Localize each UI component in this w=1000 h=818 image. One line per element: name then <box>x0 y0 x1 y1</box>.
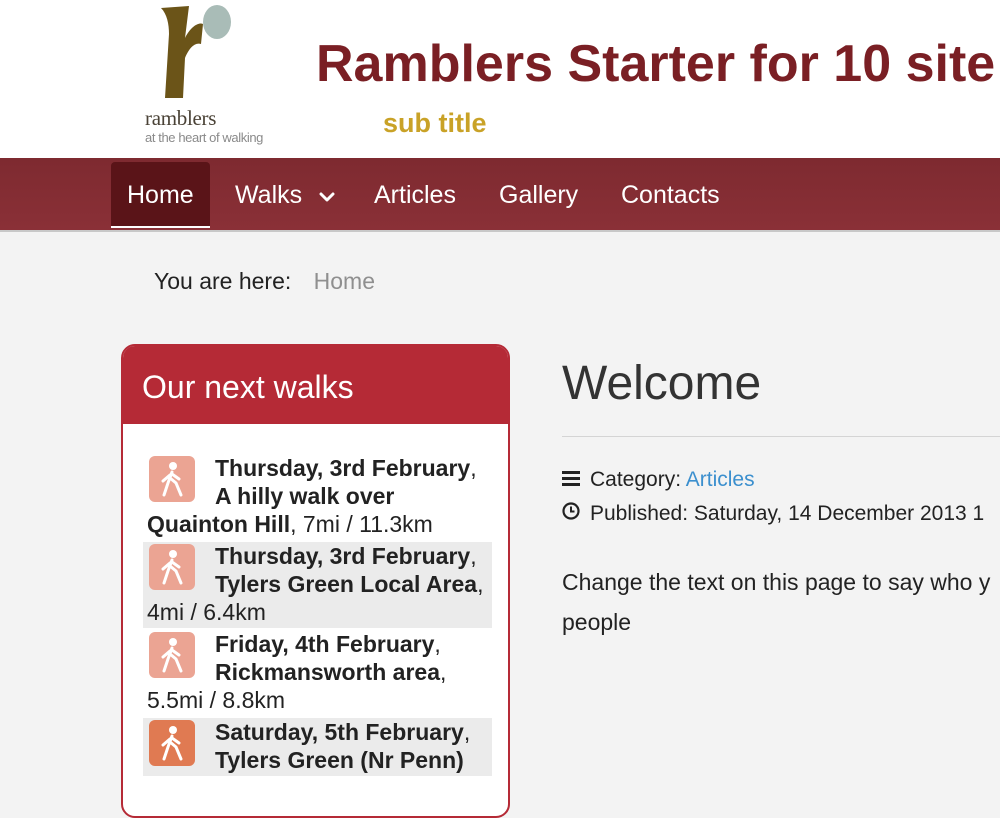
walker-icon <box>149 544 195 590</box>
breadcrumb-current: Home <box>313 268 376 294</box>
chevron-down-icon[interactable] <box>319 163 335 229</box>
article-title: Welcome <box>562 357 762 410</box>
article-category: Category: Articles <box>562 468 755 492</box>
article-body-line: people <box>562 609 632 635</box>
nav-item-walks[interactable]: Walks <box>219 162 351 228</box>
published-label: Published: <box>590 502 689 525</box>
next-walks-panel: Our next walks Thursday, 3rd February, A… <box>121 344 510 818</box>
walker-icon <box>149 456 195 502</box>
ramblers-logo[interactable]: ramblers at the heart of walking <box>145 4 285 154</box>
nav-item-label: Home <box>127 181 194 209</box>
walk-item[interactable]: Thursday, 3rd February, A hilly walk ove… <box>143 454 492 540</box>
list-icon <box>562 468 582 492</box>
nav-item-home[interactable]: Home <box>111 162 210 228</box>
nav-item-label: Gallery <box>499 181 579 209</box>
walk-date: Saturday, 5th February <box>215 719 464 745</box>
breadcrumb: You are here: Home <box>154 268 375 295</box>
site-subtitle: sub title <box>383 108 487 138</box>
nav-item-articles[interactable]: Articles <box>358 162 472 228</box>
walk-item[interactable]: Saturday, 5th February, Tylers Green (Nr… <box>143 718 492 776</box>
nav-item-label: Contacts <box>621 181 720 209</box>
clock-icon <box>562 502 582 526</box>
walk-list: Thursday, 3rd February, A hilly walk ove… <box>123 424 508 776</box>
walk-title: Tylers Green Local Area <box>215 571 478 597</box>
walk-title: Tylers Green (Nr Penn) <box>215 747 464 773</box>
nav-item-gallery[interactable]: Gallery <box>483 162 594 228</box>
site-title: Ramblers Starter for 10 site <box>316 35 996 93</box>
article-body-line: Change the text on this page to say who … <box>562 569 991 595</box>
walk-date: Friday, 4th February <box>215 631 435 657</box>
published-date: Saturday, 14 December 2013 1 <box>693 502 985 525</box>
nav-item-contacts[interactable]: Contacts <box>605 162 736 228</box>
article-body: Change the text on this page to say who … <box>562 562 1000 642</box>
site-header: ramblers at the heart of walking Rambler… <box>0 0 1000 158</box>
nav-item-label: Articles <box>374 181 456 209</box>
walk-date: Thursday, 3rd February <box>215 455 471 481</box>
breadcrumb-label: You are here: <box>154 268 292 294</box>
category-link[interactable]: Articles <box>686 468 755 491</box>
category-label: Category: <box>590 468 682 491</box>
walk-item[interactable]: Thursday, 3rd February, Tylers Green Loc… <box>143 542 492 628</box>
article-published: Published: Saturday, 14 December 2013 1 <box>562 502 984 526</box>
nav-item-label: Walks <box>235 181 303 209</box>
walker-icon <box>149 632 195 678</box>
ramblers-logo-mark-icon <box>161 5 231 98</box>
article-divider <box>562 436 1000 437</box>
logo-wordmark: ramblers <box>145 106 217 130</box>
main-nav: Home Walks Articles Gallery Contacts <box>0 158 1000 232</box>
next-walks-heading: Our next walks <box>123 346 508 424</box>
walk-distance: , 7mi / 11.3km <box>290 511 433 537</box>
walk-item[interactable]: Friday, 4th February, Rickmansworth area… <box>143 630 492 716</box>
walker-icon <box>149 720 195 766</box>
walk-title: Rickmansworth area <box>215 659 440 685</box>
logo-tagline: at the heart of walking <box>145 130 263 145</box>
walk-date: Thursday, 3rd February <box>215 543 471 569</box>
